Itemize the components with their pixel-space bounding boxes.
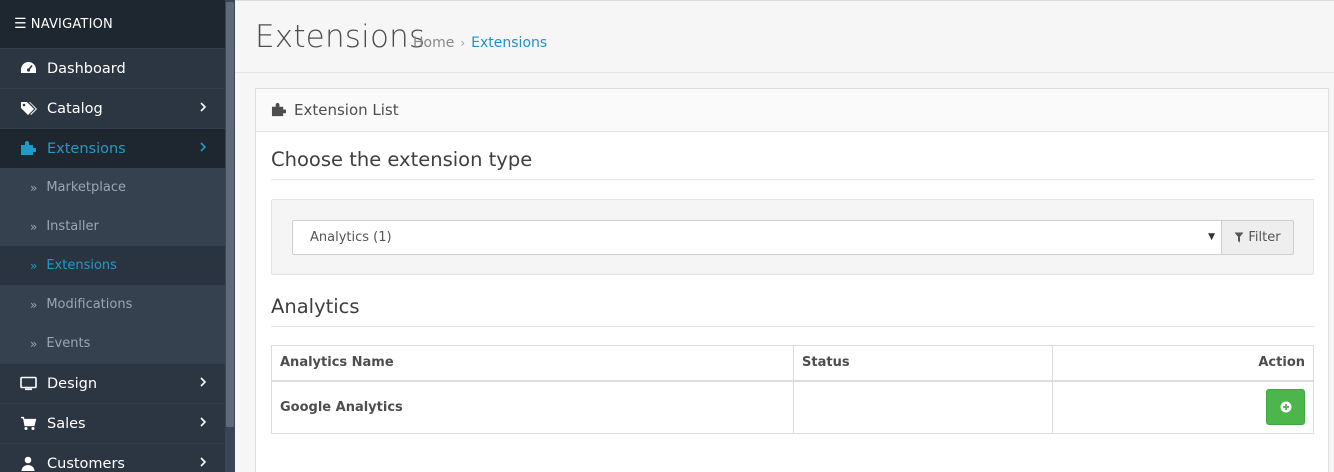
sidebar-subitem-label: Extensions: [46, 258, 117, 273]
sidebar-subitem-modifications[interactable]: » Modifications: [0, 285, 225, 324]
monitor-icon: [19, 376, 37, 391]
user-icon: [19, 456, 37, 471]
sidebar-subitem-installer[interactable]: » Installer: [0, 207, 225, 246]
column-header-name[interactable]: Analytics Name: [271, 345, 794, 382]
double-chevron-icon: »: [30, 180, 38, 195]
page-header: Extensions Home › Extensions: [235, 1, 1334, 73]
sidebar-item-design[interactable]: Design: [0, 363, 225, 403]
caret-down-icon: ▼: [1208, 232, 1215, 242]
action-cell: [1052, 380, 1314, 434]
sidebar-item-catalog[interactable]: Catalog: [0, 88, 225, 128]
cart-icon: [19, 416, 37, 431]
double-chevron-icon: »: [30, 297, 38, 312]
sidebar-subitem-label: Marketplace: [46, 180, 127, 195]
extension-type-select-value: Analytics (1): [310, 230, 392, 245]
install-button[interactable]: [1266, 389, 1305, 426]
sidebar-item-customers[interactable]: Customers: [0, 443, 225, 472]
scrollbar-thumb[interactable]: [226, 2, 234, 427]
table-row: Google Analytics: [271, 380, 1314, 434]
extension-type-select[interactable]: Analytics (1) ▼: [292, 220, 1222, 255]
sidebar-subitem-label: Installer: [46, 219, 99, 234]
column-header-action: Action: [1052, 345, 1314, 382]
page-title: Extensions: [255, 19, 426, 55]
panel-heading: Extension List: [256, 89, 1328, 132]
sidebar-subitem-label: Events: [46, 336, 91, 351]
column-header-status[interactable]: Status: [793, 345, 1053, 382]
menu-icon: ☰: [14, 16, 27, 32]
sidebar-item-label: Dashboard: [47, 60, 126, 77]
divider: [271, 179, 1314, 180]
table-header-row: Analytics Name Status Action: [271, 345, 1314, 382]
navigation-header-label: NAVIGATION: [30, 16, 113, 32]
sidebar-subitem-events[interactable]: » Events: [0, 324, 225, 363]
extension-status-cell: [793, 380, 1053, 434]
filter-button-label: Filter: [1248, 230, 1281, 245]
breadcrumb-separator: ›: [460, 36, 466, 50]
breadcrumb-home-link[interactable]: Home: [413, 35, 454, 51]
chevron-right-icon: [199, 456, 207, 472]
tags-icon: [19, 101, 37, 116]
sidebar-item-label: Extensions: [47, 140, 126, 157]
chevron-right-icon: [199, 376, 207, 392]
choose-type-title: Choose the extension type: [271, 148, 533, 171]
filter-well: Analytics (1) ▼ Filter: [271, 199, 1314, 275]
breadcrumb: Home › Extensions: [413, 35, 547, 51]
sidebar-item-label: Catalog: [47, 100, 103, 117]
navigation-header[interactable]: ☰ NAVIGATION: [0, 0, 225, 48]
extension-list-panel: Extension List Choose the extension type…: [255, 88, 1329, 472]
extension-name-cell: Google Analytics: [271, 380, 794, 434]
sidebar-subitem-marketplace[interactable]: » Marketplace: [0, 168, 225, 207]
plus-circle-icon: [1280, 401, 1291, 413]
sidebar-subitem-extensions[interactable]: » Extensions: [0, 246, 225, 285]
sidebar-menu: ☰ NAVIGATION Dashboard Catalog Extension…: [0, 0, 225, 472]
panel-heading-title: Extension List: [294, 101, 399, 119]
sidebar-item-label: Customers: [47, 455, 125, 472]
divider: [271, 326, 1314, 327]
double-chevron-icon: »: [30, 336, 38, 351]
sidebar-item-sales[interactable]: Sales: [0, 403, 225, 443]
sidebar-scrollbar[interactable]: [225, 0, 235, 472]
dashboard-icon: [19, 61, 37, 76]
sidebar-subitem-label: Modifications: [46, 297, 133, 312]
sidebar-item-extensions[interactable]: Extensions: [0, 128, 225, 168]
double-chevron-icon: »: [30, 258, 38, 273]
analytics-section-title: Analytics: [271, 295, 360, 318]
extensions-table: Analytics Name Status Action Google Anal…: [271, 345, 1314, 434]
sidebar-item-label: Sales: [47, 415, 86, 432]
breadcrumb-current-link[interactable]: Extensions: [471, 35, 547, 51]
chevron-right-icon: [199, 141, 207, 157]
double-chevron-icon: »: [30, 219, 38, 234]
sidebar-item-dashboard[interactable]: Dashboard: [0, 48, 225, 88]
filter-button[interactable]: Filter: [1221, 220, 1294, 255]
filter-icon: [1234, 232, 1244, 243]
chevron-right-icon: [199, 416, 207, 432]
sidebar-item-label: Design: [47, 375, 98, 392]
sidebar: ☰ NAVIGATION Dashboard Catalog Extension…: [0, 0, 235, 472]
chevron-right-icon: [199, 101, 207, 117]
puzzle-icon: [19, 141, 37, 156]
puzzle-icon: [271, 103, 286, 117]
